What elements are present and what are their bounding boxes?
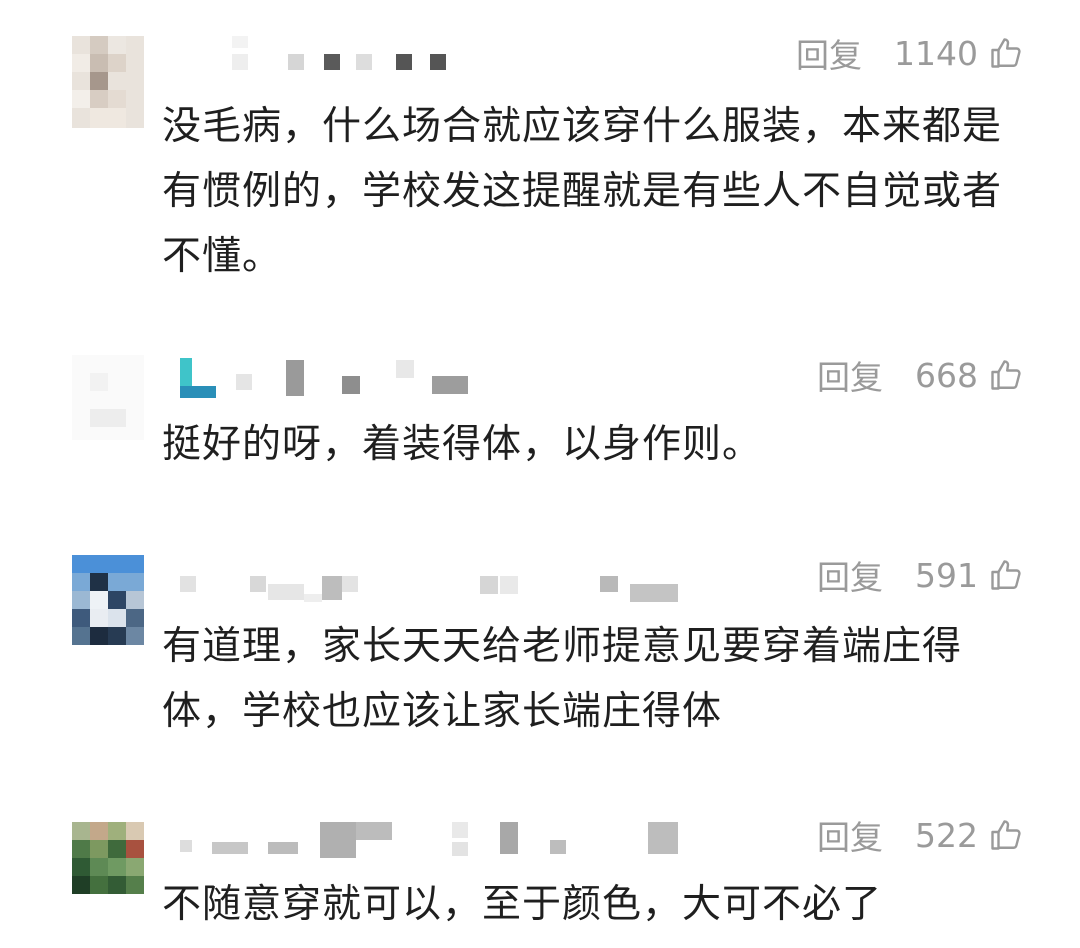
like-count: 591 (915, 555, 978, 595)
comment-text: 有道理，家长天天给老师提意见要穿着端庄得 体，学校也应该让家长端庄得体 (162, 614, 1022, 744)
comment-actions: 回复 668 (817, 350, 1024, 400)
comment-text: 不随意穿就可以，至于颜色，大可不必了 (162, 872, 1022, 937)
reply-button[interactable]: 回复 (817, 551, 883, 599)
comment-actions: 回复 522 (817, 810, 1024, 860)
like-count: 522 (915, 815, 978, 855)
username-redacted[interactable] (160, 818, 720, 858)
comment-actions: 回复 591 (817, 550, 1024, 600)
comment-text-line: 没毛病，什么场合就应该穿什么服装，本来都是 (162, 104, 1003, 149)
username-redacted[interactable] (160, 36, 720, 76)
reply-button[interactable]: 回复 (817, 811, 883, 859)
like-count: 1140 (894, 33, 978, 73)
username-redacted[interactable] (160, 560, 720, 602)
avatar[interactable] (72, 36, 144, 128)
comment-actions: 回复 1140 (796, 28, 1024, 78)
avatar[interactable] (72, 555, 144, 645)
thumbs-up-icon[interactable] (988, 817, 1024, 853)
avatar[interactable] (72, 355, 144, 440)
comment-text: 没毛病，什么场合就应该穿什么服装，本来都是 有惯例的，学校发这提醒就是有些人不自… (162, 94, 1022, 289)
thumbs-up-icon[interactable] (988, 35, 1024, 71)
reply-button[interactable]: 回复 (817, 351, 883, 399)
thumbs-up-icon[interactable] (988, 557, 1024, 593)
username-redacted[interactable] (160, 356, 720, 398)
reply-button[interactable]: 回复 (796, 29, 862, 77)
comment-text-line: 不懂。 (162, 234, 283, 279)
comment-text-line: 有惯例的，学校发这提醒就是有些人不自觉或者 (162, 169, 1003, 214)
comment-text: 挺好的呀，着装得体，以身作则。 (162, 412, 1022, 477)
comment-text-line: 挺好的呀，着装得体，以身作则。 (162, 422, 763, 467)
comment-text-line: 不随意穿就可以，至于颜色，大可不必了 (162, 882, 883, 927)
like-count: 668 (915, 355, 978, 395)
thumbs-up-icon[interactable] (988, 357, 1024, 393)
avatar[interactable] (72, 822, 144, 894)
comment-text-line: 有道理，家长天天给老师提意见要穿着端庄得 (162, 624, 963, 669)
comment-text-line: 体，学校也应该让家长端庄得体 (162, 689, 723, 734)
